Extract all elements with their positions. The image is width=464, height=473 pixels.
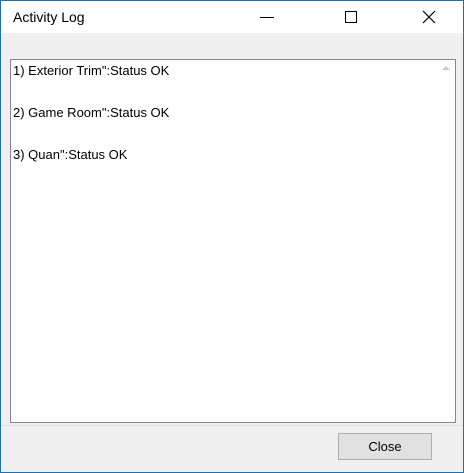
activity-log-listbox[interactable]: 1) Exterior Trim":Status OK 2) Game Room…: [10, 59, 456, 423]
log-entry[interactable]: 2) Game Room":Status OK: [13, 105, 169, 121]
footer-divider: [1, 425, 463, 426]
close-icon: [422, 10, 436, 24]
log-entry[interactable]: 3) Quan":Status OK: [13, 147, 127, 163]
maximize-button[interactable]: [323, 1, 379, 33]
close-window-button[interactable]: [401, 1, 457, 33]
vertical-scrollbar[interactable]: [438, 60, 455, 422]
window-title: Activity Log: [13, 9, 85, 25]
activity-log-window: Activity Log 1) Exterior Trim":Status OK…: [0, 0, 464, 473]
log-entry[interactable]: 1) Exterior Trim":Status OK: [13, 63, 169, 79]
close-button[interactable]: Close: [338, 433, 432, 460]
scroll-up-arrow-icon[interactable]: [442, 66, 450, 70]
title-bar[interactable]: Activity Log: [1, 1, 463, 33]
minimize-icon: [260, 16, 274, 18]
log-list: 1) Exterior Trim":Status OK 2) Game Room…: [11, 60, 438, 422]
minimize-button[interactable]: [239, 1, 295, 33]
maximize-icon: [345, 11, 357, 23]
